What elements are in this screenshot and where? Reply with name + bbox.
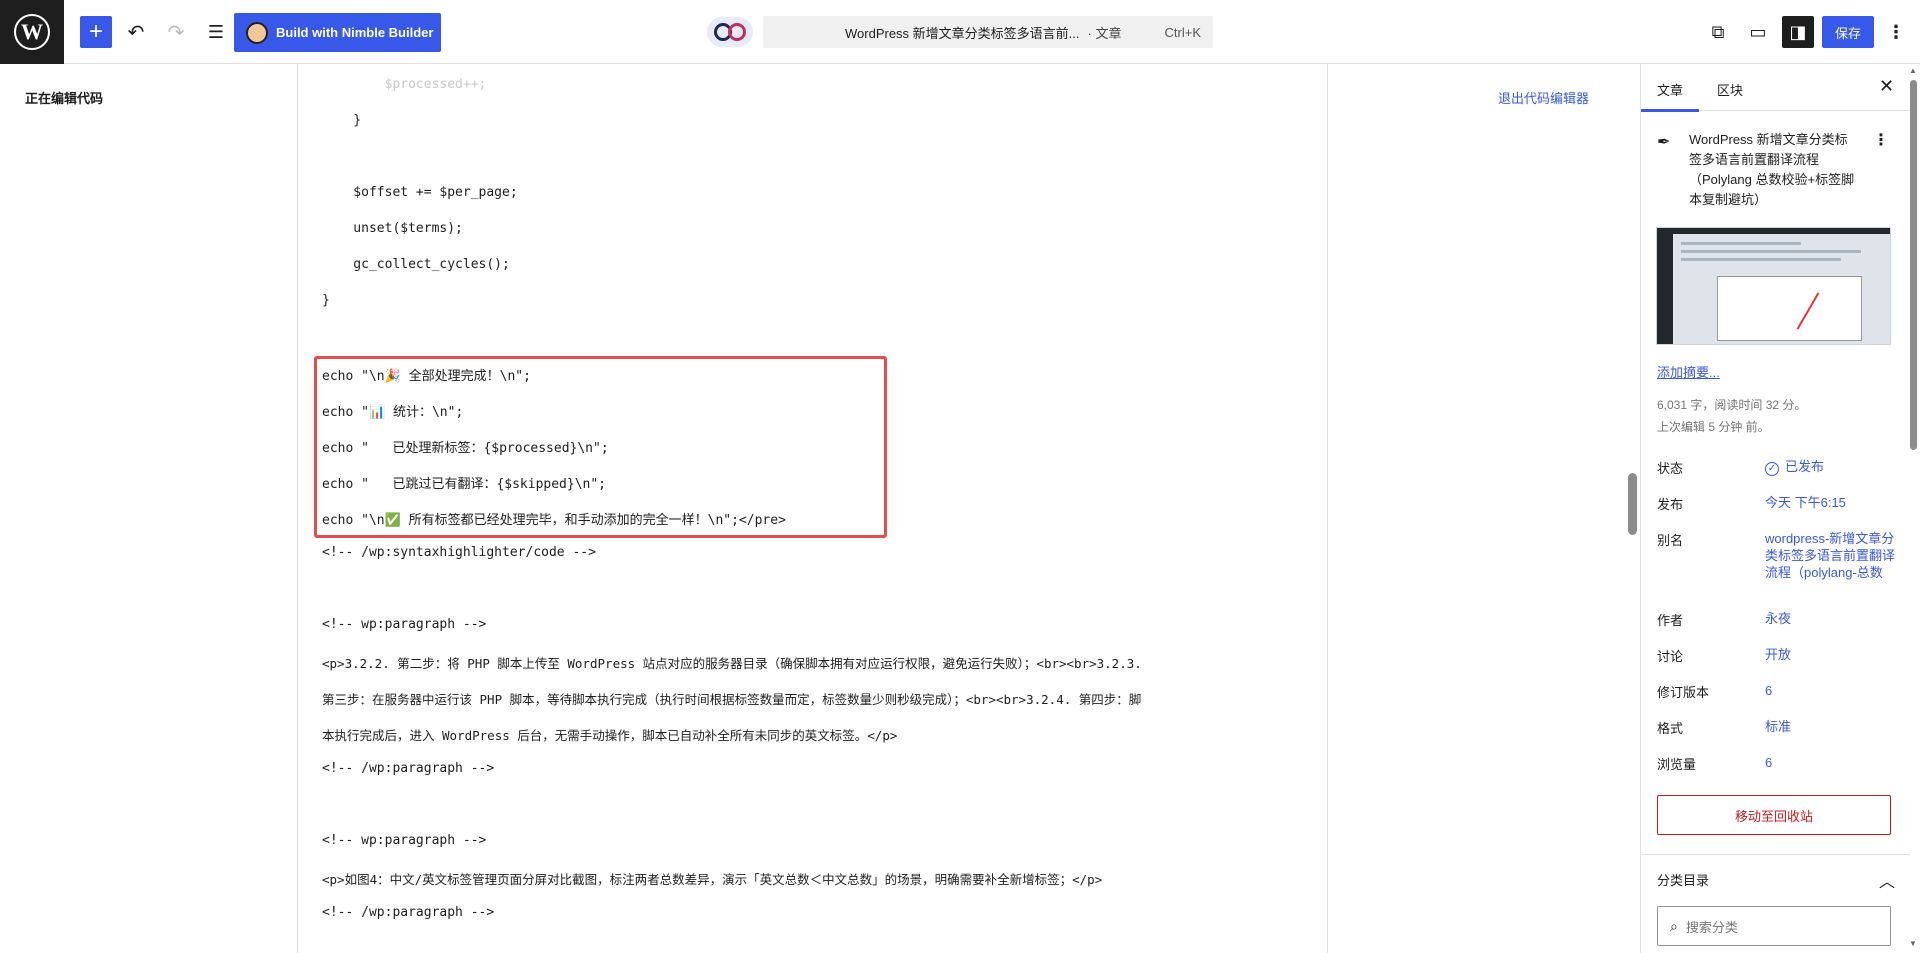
chevron-up-icon: ︿ bbox=[1878, 874, 1895, 891]
undo-button[interactable]: ↶ bbox=[120, 16, 152, 48]
document-overview-button[interactable]: ☰ bbox=[200, 16, 232, 48]
settings-sidebar-toggle[interactable]: ◨ bbox=[1782, 16, 1814, 48]
category-search-placeholder: 搜索分类 bbox=[1685, 919, 1738, 935]
section-divider bbox=[1641, 854, 1910, 855]
sidebar-tabs: 文章 区块 ✕ bbox=[1641, 64, 1910, 112]
view-post-button[interactable]: ⧉ bbox=[1702, 16, 1734, 48]
wordpress-icon: W bbox=[14, 14, 50, 50]
code-line: $processed++; bbox=[322, 77, 487, 92]
editor-scrollbar[interactable] bbox=[1628, 473, 1637, 535]
tab-post[interactable]: 文章 bbox=[1641, 80, 1700, 112]
post-icon: ✒ bbox=[1657, 134, 1671, 151]
more-vertical-icon: ⋮ bbox=[1873, 132, 1889, 149]
sidebar-scroll-thumb[interactable] bbox=[1910, 80, 1917, 450]
save-button[interactable]: 保存 bbox=[1822, 16, 1874, 48]
categories-title: 分类目录 bbox=[1657, 873, 1710, 888]
nimble-builder-button[interactable]: Build with Nimble Builder bbox=[234, 13, 441, 52]
nimble-mascot-icon bbox=[246, 21, 268, 44]
discussion-value-button[interactable]: 开放 bbox=[1765, 646, 1895, 663]
plugin-status-icon[interactable] bbox=[707, 17, 753, 47]
command-palette-bar[interactable]: WordPress 新增文章分类标签多语言前... · 文章 Ctrl+K bbox=[763, 16, 1213, 48]
undo-icon: ↶ bbox=[127, 21, 145, 44]
exit-code-editor-link[interactable]: 退出代码编辑器 bbox=[1498, 88, 1589, 107]
code-line: <!-- wp:paragraph --> bbox=[322, 617, 487, 632]
close-icon: ✕ bbox=[1879, 76, 1895, 96]
scroll-up-arrow-icon[interactable]: ▲ bbox=[1909, 66, 1917, 75]
code-line: 第三步：在服务器中运行该 PHP 脚本，等待脚本执行完成（执行时间根据标签数量而… bbox=[322, 692, 1142, 707]
views-value: 6 bbox=[1765, 755, 1773, 770]
publish-label: 发布 bbox=[1657, 497, 1684, 512]
code-line: } bbox=[322, 293, 330, 308]
add-block-button[interactable]: + bbox=[80, 16, 112, 48]
desktop-icon: ▭ bbox=[1749, 21, 1767, 42]
author-label: 作者 bbox=[1657, 613, 1684, 628]
status-label: 状态 bbox=[1657, 461, 1684, 476]
wordpress-logo-button[interactable]: W bbox=[0, 0, 64, 64]
views-label: 浏览量 bbox=[1657, 757, 1697, 772]
document-type: · 文章 bbox=[1087, 25, 1122, 41]
add-excerpt-link[interactable]: 添加摘要... bbox=[1657, 362, 1720, 381]
post-actions-button[interactable]: ⋮ bbox=[1873, 130, 1889, 150]
status-value-button[interactable]: ✓ 已发布 bbox=[1765, 458, 1895, 476]
plus-icon: + bbox=[88, 18, 103, 45]
slug-label: 别名 bbox=[1657, 533, 1684, 548]
categories-panel-toggle[interactable]: 分类目录 ︿ bbox=[1657, 870, 1895, 891]
featured-image[interactable] bbox=[1656, 227, 1891, 345]
close-sidebar-button[interactable]: ✕ bbox=[1879, 76, 1894, 97]
code-line: <!-- wp:paragraph --> bbox=[322, 833, 487, 848]
category-search-input[interactable]: ⌕ 搜索分类 bbox=[1657, 906, 1891, 946]
code-line: <!-- /wp:paragraph --> bbox=[322, 761, 495, 776]
code-line: } bbox=[322, 113, 362, 128]
editing-code-label: 正在编辑代码 bbox=[25, 91, 104, 106]
more-vertical-icon: ⋮ bbox=[1887, 21, 1905, 42]
code-line: <!-- /wp:syntaxhighlighter/code --> bbox=[322, 545, 596, 560]
publish-date-button[interactable]: 今天 下午6:15 bbox=[1765, 494, 1895, 511]
code-line: <p>3.2.2. 第二步：将 PHP 脚本上传至 WordPress 站点对应… bbox=[322, 656, 1142, 671]
top-toolbar: W + ↶ ↷ ☰ Build with Nimble Builder Word… bbox=[0, 0, 1920, 64]
nimble-builder-label: Build with Nimble Builder bbox=[276, 25, 434, 40]
external-link-icon: ⧉ bbox=[1711, 21, 1725, 42]
code-line: gc_collect_cycles(); bbox=[322, 257, 510, 272]
revisions-value-button[interactable]: 6 bbox=[1765, 682, 1895, 699]
move-to-trash-button[interactable]: 移动至回收站 bbox=[1657, 795, 1891, 835]
discussion-label: 讨论 bbox=[1657, 649, 1684, 664]
author-value-button[interactable]: 永夜 bbox=[1765, 610, 1895, 627]
code-line: 本执行完成后，进入 WordPress 后台，无需手动操作，脚本已自动补全所有未… bbox=[322, 728, 898, 743]
shortcut-hint: Ctrl+K bbox=[1164, 24, 1201, 40]
word-count: 6,031 字，阅读时间 32 分。 bbox=[1657, 398, 1807, 412]
search-icon: ⌕ bbox=[1670, 917, 1678, 934]
code-line: $offset += $per_page; bbox=[322, 185, 518, 200]
scroll-down-arrow-icon[interactable]: ▼ bbox=[1909, 939, 1917, 948]
format-label: 格式 bbox=[1657, 721, 1684, 736]
tab-block[interactable]: 区块 bbox=[1717, 80, 1743, 99]
code-line: <p>如图4：中文/英文标签管理页面分屏对比截图，标注两者总数差异，演示「英文总… bbox=[322, 872, 1103, 887]
redo-button[interactable]: ↷ bbox=[160, 16, 192, 48]
slug-value-button[interactable]: wordpress-新增文章分类标签多语言前置翻译流程（polylang-总数 bbox=[1765, 530, 1895, 581]
document-title: WordPress 新增文章分类标签多语言前... bbox=[845, 25, 1080, 41]
list-view-icon: ☰ bbox=[207, 21, 225, 42]
settings-sidebar: 文章 区块 ✕ ✒ WordPress 新增文章分类标签多语言前置翻译流程（Po… bbox=[1640, 64, 1910, 953]
last-edited: 上次编辑 5 分钟 前。 bbox=[1657, 420, 1770, 434]
revisions-label: 修订版本 bbox=[1657, 685, 1710, 700]
redo-icon: ↷ bbox=[167, 21, 185, 44]
code-line: unset($terms); bbox=[322, 221, 463, 236]
format-value-button[interactable]: 标准 bbox=[1765, 718, 1895, 735]
sidebar-icon: ◨ bbox=[1789, 21, 1807, 42]
sidebar-scrollbar[interactable]: ▲ ▼ bbox=[1908, 64, 1920, 953]
published-check-icon: ✓ bbox=[1765, 462, 1779, 476]
post-title: WordPress 新增文章分类标签多语言前置翻译流程（Polylang 总数校… bbox=[1689, 132, 1855, 207]
code-line: <!-- /wp:paragraph --> bbox=[322, 905, 495, 920]
preview-button[interactable]: ▭ bbox=[1742, 16, 1774, 48]
highlight-annotation-box bbox=[314, 356, 887, 538]
options-menu-button[interactable]: ⋮ bbox=[1880, 16, 1912, 48]
